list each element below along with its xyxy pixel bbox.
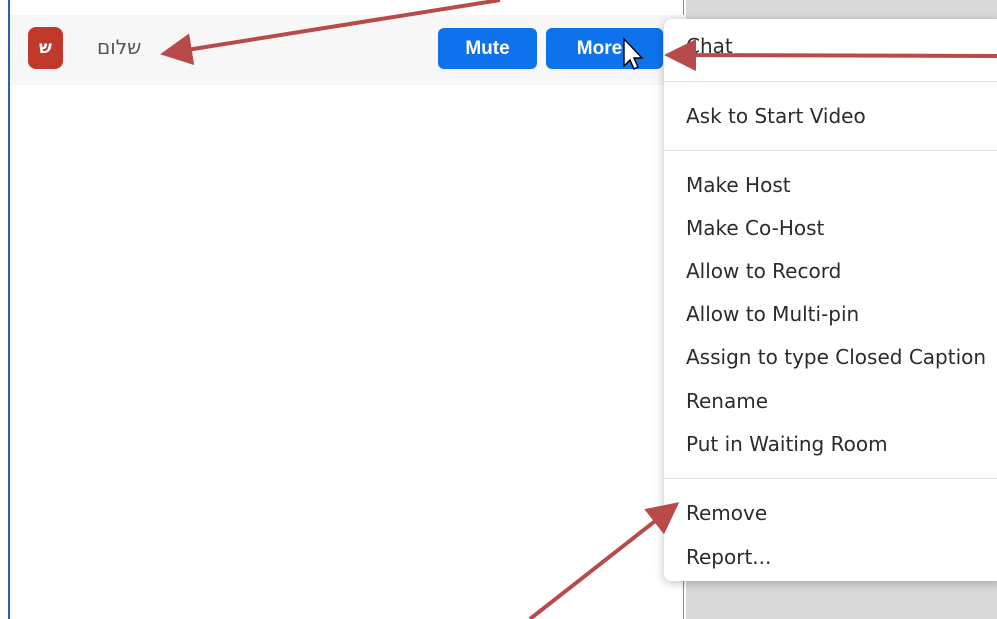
- zoom-participants-screen: ש שלום Mute More › Chat Ask to Start Vid…: [0, 0, 997, 619]
- menu-item-rename[interactable]: Rename: [686, 389, 768, 413]
- menu-divider: [664, 150, 997, 151]
- more-button-label: More: [576, 37, 623, 59]
- menu-item-ask-start-video[interactable]: Ask to Start Video: [686, 104, 866, 128]
- menu-item-allow-multipin[interactable]: Allow to Multi-pin: [686, 302, 859, 326]
- participant-context-menu: Chat Ask to Start Video Make Host Make C…: [664, 19, 997, 581]
- menu-item-remove[interactable]: Remove: [686, 501, 767, 525]
- menu-item-assign-closed-caption[interactable]: Assign to type Closed Caption: [686, 345, 986, 369]
- menu-divider: [664, 478, 997, 479]
- mute-button-label: Mute: [465, 37, 510, 59]
- participant-avatar: ש: [28, 27, 63, 69]
- menu-divider: [664, 81, 997, 82]
- participants-panel: [8, 0, 684, 619]
- menu-item-allow-record[interactable]: Allow to Record: [686, 259, 841, 283]
- menu-item-make-host[interactable]: Make Host: [686, 173, 791, 197]
- menu-item-put-in-waiting-room[interactable]: Put in Waiting Room: [686, 432, 888, 456]
- mute-button[interactable]: Mute: [438, 28, 537, 69]
- menu-item-chat[interactable]: Chat: [686, 34, 733, 58]
- chevron-right-icon: ›: [626, 38, 633, 58]
- menu-item-report[interactable]: Report...: [686, 545, 771, 569]
- participant-name: שלום: [97, 35, 142, 59]
- more-button[interactable]: More ›: [546, 28, 663, 69]
- menu-item-make-cohost[interactable]: Make Co-Host: [686, 216, 824, 240]
